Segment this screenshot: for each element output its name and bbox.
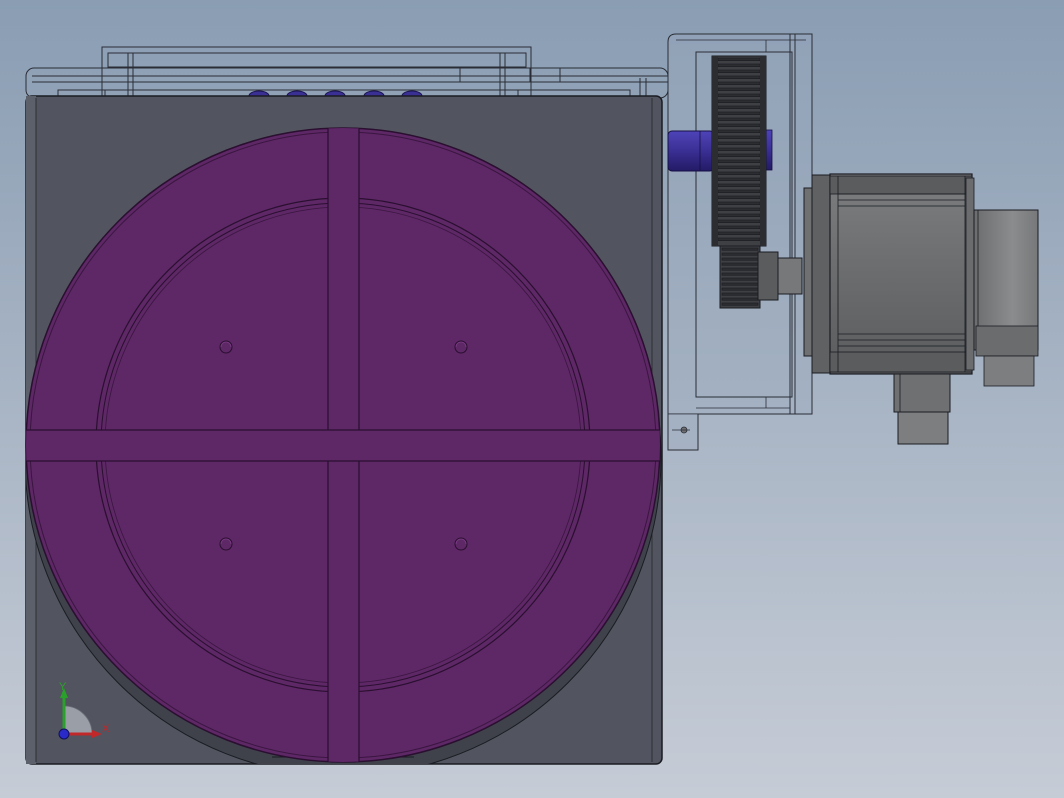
gear-tooth (717, 207, 761, 212)
gear-tooth (721, 282, 759, 286)
gear-tooth (717, 147, 761, 152)
gear-tooth (717, 75, 761, 80)
gear-tooth (717, 237, 761, 242)
gear-tooth (717, 201, 761, 206)
gear-tooth (717, 165, 761, 170)
cad-drawing: Y X (0, 0, 1064, 798)
motor-flange (803, 174, 833, 374)
gear-tooth (717, 189, 761, 194)
gear-tooth (717, 183, 761, 188)
gear-tooth (717, 195, 761, 200)
gear-tooth (717, 219, 761, 224)
gear-tooth (717, 171, 761, 176)
gear-tooth (721, 292, 759, 296)
gear-tooth (717, 225, 761, 230)
large-gear (711, 55, 767, 247)
cad-viewport[interactable]: Y X (0, 0, 1064, 798)
gear-tooth (717, 93, 761, 98)
gear-tooth (721, 277, 759, 281)
gear-tooth (717, 105, 761, 110)
gear-tooth (717, 99, 761, 104)
gear-tooth (721, 302, 759, 306)
gear-tooth (717, 111, 761, 116)
gear-tooth (717, 123, 761, 128)
gear-tooth (717, 135, 761, 140)
gear-tooth (717, 81, 761, 86)
gear-tooth (721, 272, 759, 276)
gear-tooth (717, 87, 761, 92)
gear-tooth (721, 252, 759, 256)
servo-motor (829, 173, 975, 375)
gear-tooth (721, 287, 759, 291)
gear-tooth (717, 177, 761, 182)
gear-tooth (721, 267, 759, 271)
triad-y-label: Y (59, 681, 67, 693)
gear-tooth (717, 141, 761, 146)
gear-tooth (721, 297, 759, 301)
gear-tooth (717, 159, 761, 164)
gear-tooth (721, 247, 759, 251)
gear-tooth (717, 129, 761, 134)
triad-x-label: X (102, 723, 110, 735)
gear-tooth (717, 57, 761, 62)
gear-tooth (717, 63, 761, 68)
gear-tooth (721, 257, 759, 261)
gear-tooth (717, 117, 761, 122)
triad-z-axis (58, 728, 70, 740)
gear-tooth (717, 153, 761, 158)
gear-tooth (717, 231, 761, 236)
gear-tooth (717, 69, 761, 74)
motor-connector (893, 373, 951, 445)
gear-tooth (717, 213, 761, 218)
gear-tooth (721, 262, 759, 266)
